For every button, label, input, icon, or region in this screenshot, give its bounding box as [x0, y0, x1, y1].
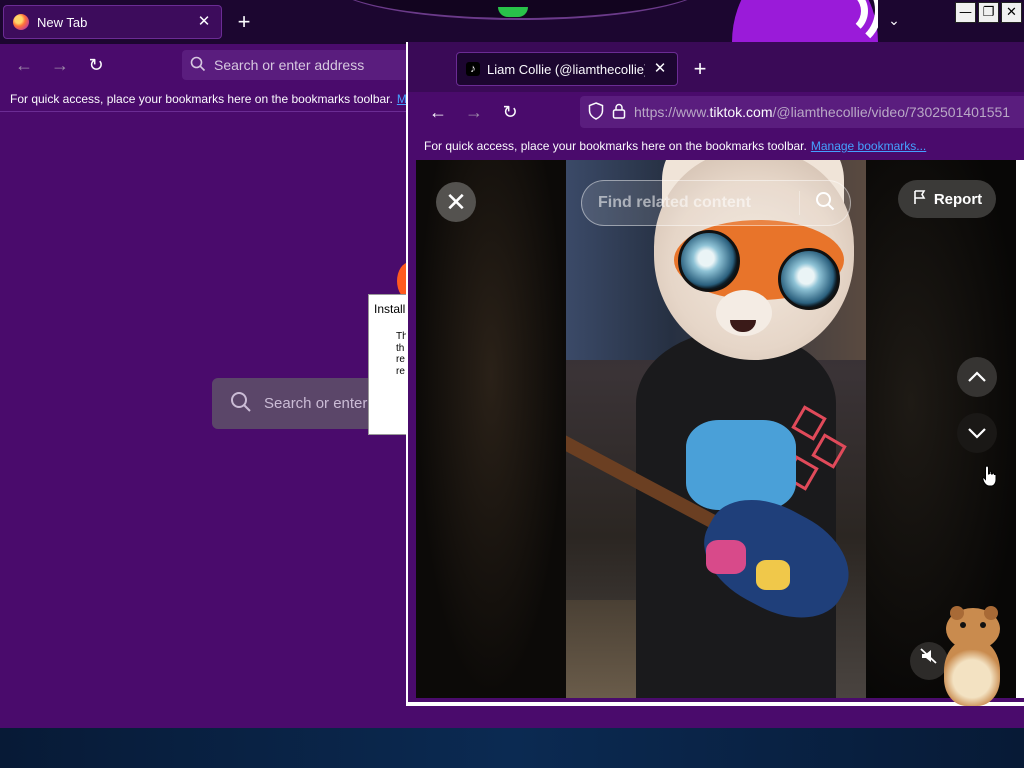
windows-taskbar: [0, 728, 1024, 768]
tab-close-icon[interactable]: ✕: [652, 61, 668, 77]
address-placeholder: Search or enter address: [214, 57, 365, 73]
forward-arrow-icon[interactable]: →: [48, 53, 72, 77]
guitar-sticker: [706, 540, 746, 574]
search-icon[interactable]: [800, 191, 850, 216]
mouse-hand-cursor-icon: [982, 465, 998, 487]
page-scrollbar[interactable]: [1016, 160, 1024, 698]
tab-title: Liam Collie (@liamthecollie) | T: [487, 61, 645, 77]
minimize-button[interactable]: —: [955, 2, 976, 23]
window-controls: — ❐ ✕: [955, 2, 1022, 23]
bookmarks-hint: For quick access, place your bookmarks h…: [10, 91, 393, 106]
back-arrow-icon[interactable]: ←: [12, 53, 36, 77]
close-window-button[interactable]: ✕: [1001, 2, 1022, 23]
mascot-eye: [778, 248, 840, 310]
foreground-browser-frame: ♪ Liam Collie (@liamthecollie) | T ✕ + ←…: [408, 42, 1024, 702]
tab-title: New Tab: [37, 14, 88, 30]
bookmarks-hint: For quick access, place your bookmarks h…: [424, 139, 807, 153]
tiktok-logo-icon: ♪: [466, 62, 480, 76]
previous-video-chevron-up-icon[interactable]: [957, 357, 997, 397]
theme-decoration-signal-icon: [732, 0, 878, 42]
foreground-tab-strip: ♪ Liam Collie (@liamthecollie) | T ✕ +: [408, 42, 1024, 92]
forward-arrow-icon[interactable]: →: [462, 100, 486, 124]
lock-icon[interactable]: [612, 103, 626, 122]
close-viewer-button[interactable]: ✕: [436, 182, 476, 222]
tiktok-video-viewer: ✕ Find related content Report: [416, 160, 1016, 698]
back-arrow-icon[interactable]: ←: [426, 100, 450, 124]
foreground-navigation-bar: ← → ↻ https://www.tiktok.com/@liamthecol…: [408, 92, 1024, 132]
report-button[interactable]: Report: [898, 180, 996, 218]
firefox-logo-icon: [13, 14, 29, 30]
background-address-bar[interactable]: Search or enter address: [182, 50, 412, 80]
flag-icon: [912, 189, 928, 209]
foreground-browser-window: ♪ Liam Collie (@liamthecollie) | T ✕ + ←…: [406, 42, 1024, 706]
related-search-placeholder: Find related content: [598, 194, 751, 211]
guitar-sticker: [756, 560, 790, 590]
tab-tiktok[interactable]: ♪ Liam Collie (@liamthecollie) | T ✕: [456, 52, 678, 86]
list-all-tabs-chevron-down-icon[interactable]: ⌄: [884, 12, 904, 32]
video-player[interactable]: [566, 160, 866, 698]
tab-new-tab[interactable]: New Tab ✕: [3, 5, 222, 39]
search-icon: [190, 56, 206, 75]
shield-icon[interactable]: [588, 101, 604, 123]
new-tab-button[interactable]: +: [232, 10, 256, 34]
related-content-search[interactable]: Find related content: [581, 180, 851, 226]
foreground-bookmarks-bar: For quick access, place your bookmarks h…: [408, 132, 1024, 160]
tab-close-icon[interactable]: ✕: [196, 14, 212, 30]
url-text: https://www.tiktok.com/@liamthecollie/vi…: [634, 104, 1010, 120]
url-path: /@liamthecollie/video/7302501401551: [772, 104, 1011, 120]
desktop-hamster-mascot[interactable]: [938, 604, 1008, 708]
url-host: tiktok.com: [709, 104, 773, 120]
manage-bookmarks-link[interactable]: Manage bookmarks...: [811, 139, 926, 153]
next-video-chevron-down-icon[interactable]: [957, 413, 997, 453]
video-blur-background-left: [416, 160, 566, 698]
background-bookmarks-bar: For quick access, place your bookmarks h…: [0, 86, 410, 112]
url-prefix: https://www.: [634, 104, 710, 120]
foreground-address-bar[interactable]: https://www.tiktok.com/@liamthecollie/vi…: [580, 96, 1024, 128]
mascot-eye: [678, 230, 740, 292]
new-tab-button[interactable]: +: [688, 57, 712, 81]
reload-icon[interactable]: ↻: [498, 100, 522, 124]
maximize-button[interactable]: ❐: [978, 2, 999, 23]
install-dialog-title: Install: [374, 302, 406, 316]
background-navigation-bar: ← → ↻ Search or enter address: [0, 44, 412, 86]
search-placeholder: Search or enter: [264, 395, 368, 412]
reload-icon[interactable]: ↻: [84, 53, 108, 77]
search-icon: [230, 391, 252, 417]
report-label: Report: [933, 190, 983, 208]
